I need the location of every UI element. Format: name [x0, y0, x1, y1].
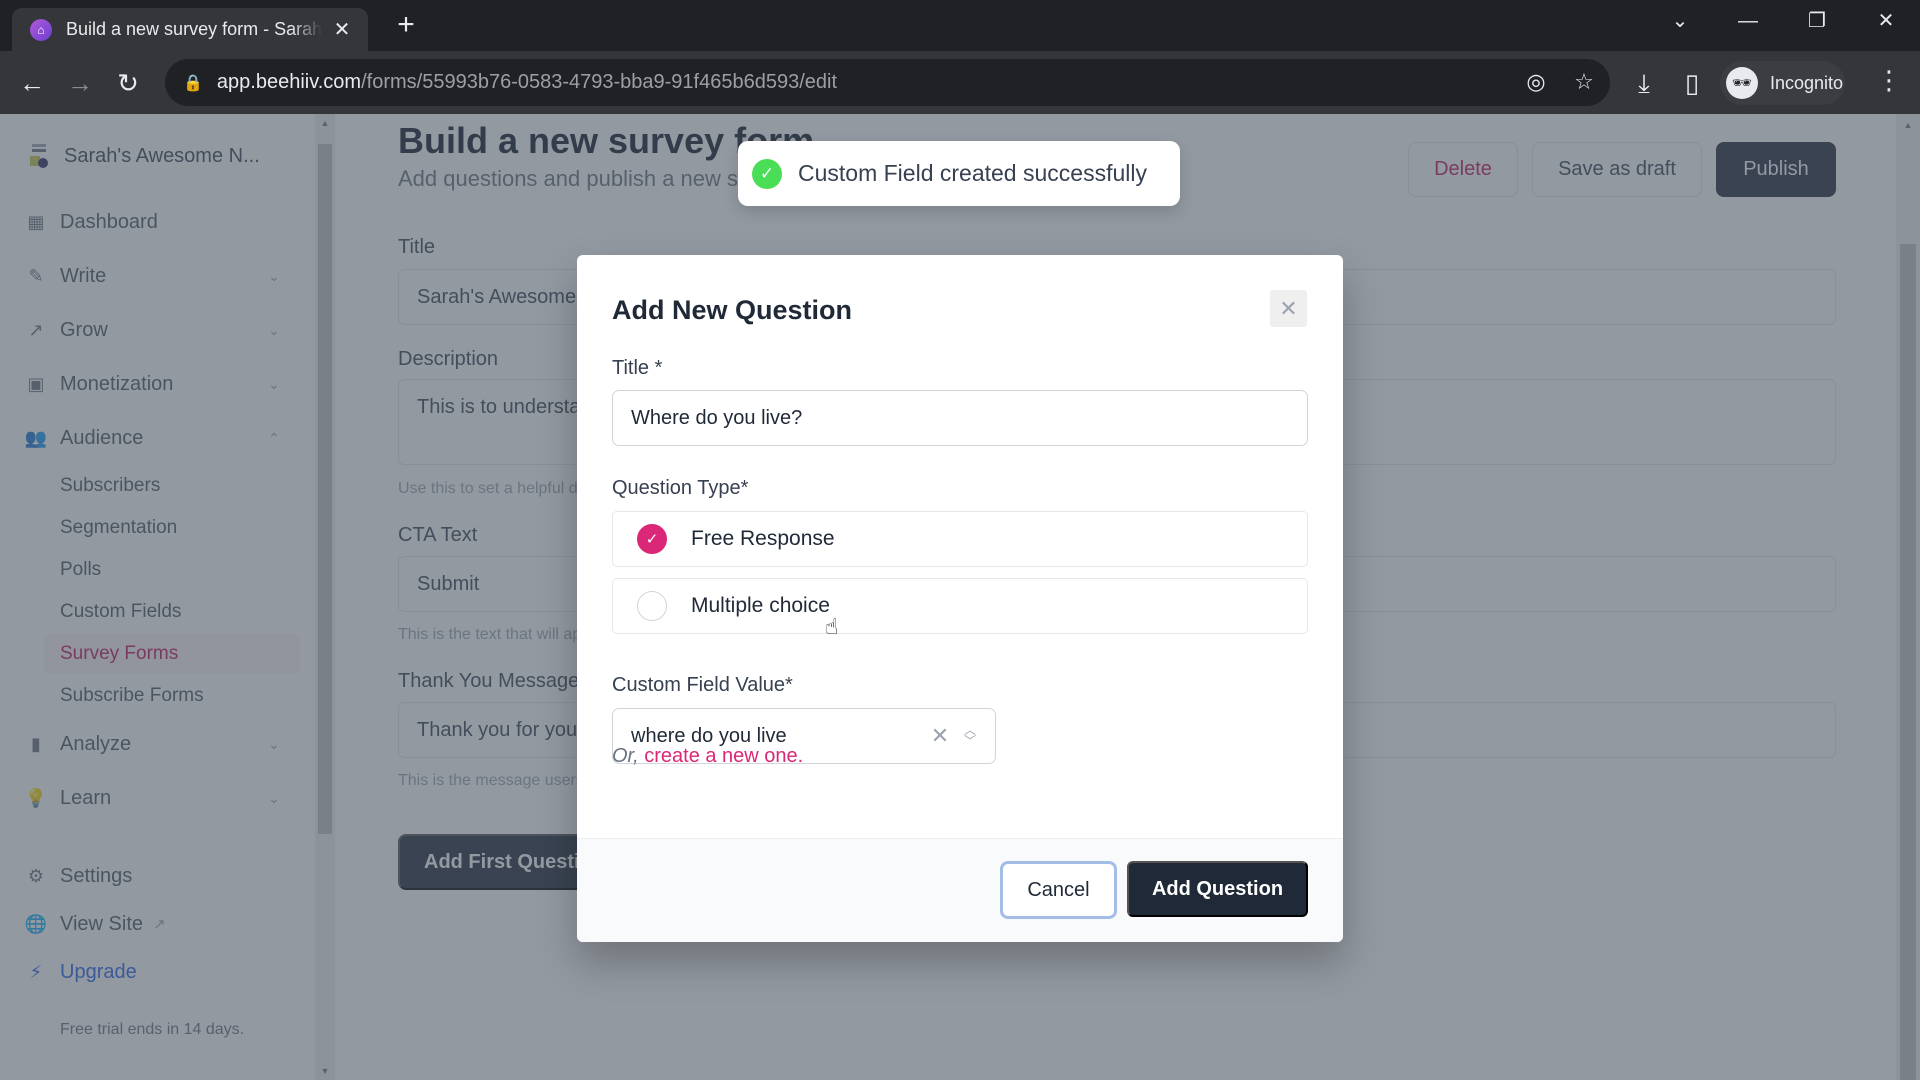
custom-field-label: Custom Field Value* — [612, 674, 793, 696]
select-chevrons-icon[interactable]: ︿ ﹀ — [955, 724, 985, 747]
question-title-input[interactable]: Where do you live? — [612, 390, 1308, 446]
or-text: Or, — [612, 745, 639, 767]
browser-tab-strip: ⌂ Build a new survey form - Sarah's Awes… — [0, 0, 1920, 51]
success-toast: ✓ Custom Field created successfully — [738, 141, 1180, 206]
restore-icon[interactable]: ❐ — [1797, 6, 1837, 36]
browser-tab-active[interactable]: ⌂ Build a new survey form - Sarah's Awes… — [12, 8, 368, 51]
incognito-icon: 🕶 — [1726, 67, 1758, 99]
add-question-modal: Add New Question ✕ Title * Where do you … — [577, 255, 1343, 942]
url-path: /forms/55993b76-0583-4793-bba9-91f465b6d… — [361, 71, 838, 93]
back-icon[interactable]: ← — [14, 65, 50, 101]
modal-footer: Cancel Add Question — [577, 838, 1343, 942]
tab-title: Build a new survey form - Sarah's Awesom… — [66, 19, 322, 39]
modal-title: Add New Question — [612, 295, 853, 325]
question-type-option-multiple-choice[interactable]: Multiple choice — [612, 578, 1308, 634]
hand-cursor-icon: ☝ — [825, 614, 839, 639]
close-icon[interactable]: ✕ — [1270, 290, 1307, 327]
window-close-icon[interactable]: ✕ — [1866, 6, 1906, 36]
tab-close-icon[interactable]: ✕ — [330, 17, 354, 42]
bookmark-star-icon[interactable]: ☆ — [1569, 69, 1599, 95]
url-host: app.beehiiv.com — [216, 71, 362, 93]
create-new-custom-field-link[interactable]: create a new one. — [644, 745, 803, 767]
incognito-profile-button[interactable]: 🕶 Incognito — [1720, 61, 1845, 105]
tab-search-icon[interactable]: ⌄ — [1660, 6, 1700, 36]
question-type-label: Question Type* — [612, 477, 749, 499]
forward-icon[interactable]: → — [62, 65, 98, 101]
clear-icon[interactable]: ✕ — [925, 723, 955, 749]
app-viewport: Sarah's Awesome N... ▦ Dashboard ✎ Write… — [0, 114, 1920, 1080]
question-title-label: Title * — [612, 357, 663, 379]
new-tab-button[interactable]: + — [390, 10, 422, 40]
address-bar[interactable]: 🔒 app.beehiiv.com/forms/55993b76-0583-47… — [165, 59, 1610, 106]
option-label: Free Response — [691, 527, 835, 550]
reload-icon[interactable]: ↻ — [110, 65, 146, 101]
add-question-button[interactable]: Add Question — [1127, 861, 1308, 917]
browser-menu-icon[interactable]: ⋮ — [1876, 65, 1902, 96]
option-label: Multiple choice — [691, 594, 830, 617]
incognito-label: Incognito — [1770, 72, 1844, 93]
minimize-icon[interactable]: — — [1728, 6, 1768, 36]
radio-unchecked-icon — [637, 591, 667, 621]
side-panel-icon[interactable]: ▯ — [1674, 65, 1710, 101]
browser-toolbar: ← → ↻ 🔒 app.beehiiv.com/forms/55993b76-0… — [0, 51, 1920, 114]
create-custom-field-line: Or, create a new one. — [612, 745, 803, 768]
lock-icon: 🔒 — [183, 74, 203, 92]
beehiiv-favicon-icon: ⌂ — [30, 18, 52, 41]
check-circle-icon: ✓ — [752, 158, 782, 189]
cancel-button[interactable]: Cancel — [1000, 861, 1117, 919]
eye-off-icon[interactable]: ◎ — [1521, 69, 1551, 95]
download-icon[interactable]: ⤓ — [1626, 65, 1662, 101]
question-type-option-free-response[interactable]: ✓ Free Response — [612, 511, 1308, 567]
radio-checked-icon: ✓ — [637, 524, 667, 554]
toast-message: Custom Field created successfully — [798, 160, 1147, 186]
